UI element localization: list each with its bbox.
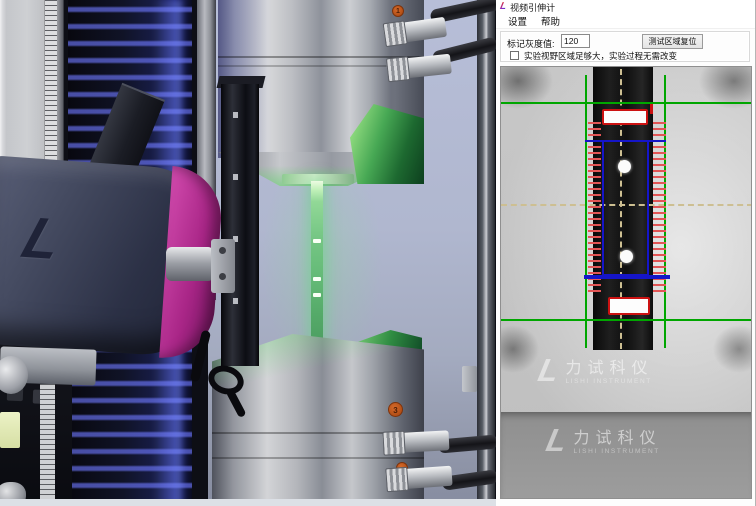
specimen-marker: [313, 239, 321, 243]
settings-groupbox: 标记灰度值: 测试区域复位 实验视野区域足够大，实验过程无需改变: [500, 31, 750, 62]
port-badge-bottom: 3: [388, 402, 403, 417]
fov-checkbox-label: 实验视野区域足够大，实验过程无需改变: [524, 50, 677, 62]
specimen-marker: [313, 277, 321, 281]
specimen-marker: [313, 293, 321, 297]
foam-block: [0, 412, 20, 448]
lishi-logo-icon: L: [15, 205, 72, 273]
tracking-marker-top: [602, 109, 648, 125]
gray-value-label: 标记灰度值:: [507, 37, 555, 50]
floor-edge: [0, 499, 496, 506]
camera-view[interactable]: L 力试科仪 LISHI INSTRUMENT L 力试科仪 LISHI INS…: [500, 66, 752, 499]
menu-help[interactable]: 帮助: [541, 14, 560, 28]
lishi-logo-icon: L: [544, 425, 570, 455]
extensometer-window: L 视频引伸计 设置 帮助 标记灰度值: 测试区域复位 实验视野区域足够大，实验…: [496, 0, 756, 506]
tracking-marker-bottom: [608, 297, 650, 315]
red-tick: [650, 104, 653, 114]
wall-bracket: [462, 366, 477, 392]
reset-region-button[interactable]: 测试区域复位: [642, 34, 703, 49]
specimen-strip: [311, 181, 323, 352]
specimen-dot-lower: [620, 250, 633, 263]
menu-bar: 设置 帮助: [496, 14, 755, 29]
screen: L 1 3 L 视频引伸计 设置: [0, 0, 756, 506]
vignette-corner: [713, 325, 752, 373]
window-titlebar[interactable]: L 视频引伸计: [496, 0, 755, 14]
hose-fitting: [383, 430, 450, 453]
edge-detect-hatch-right: [653, 122, 666, 295]
green-roi-line-top: [501, 102, 752, 104]
port-badge-top: 1: [392, 5, 404, 17]
camera-lens-knob: [166, 247, 214, 281]
edge-detect-hatch-left: [588, 122, 601, 295]
gauge-line-top: [585, 140, 666, 142]
gray-value-input[interactable]: [561, 34, 590, 48]
watermark: L 力试科仪 LISHI INSTRUMENT: [539, 354, 654, 385]
ruler-scale-lower: [40, 384, 55, 506]
window-title: 视频引伸计: [510, 1, 555, 14]
watermark-cn: 力试科仪: [566, 354, 654, 378]
watermark-en: LISHI INSTRUMENT: [566, 378, 654, 385]
camera-rail: [221, 84, 259, 366]
green-roi-line-left: [585, 75, 587, 348]
vignette-corner: [500, 325, 539, 373]
gauge-line-bottom: [584, 275, 670, 279]
green-roi-line-bottom: [501, 319, 752, 321]
watermark: L 力试科仪 LISHI INSTRUMENT: [547, 424, 662, 455]
menu-settings[interactable]: 设置: [508, 14, 527, 28]
watermark-en: LISHI INSTRUMENT: [574, 448, 662, 455]
camera-mount-block: [211, 239, 235, 293]
watermark-cn: 力试科仪: [574, 424, 662, 448]
app-logo-icon: L: [499, 2, 507, 12]
specimen-dot-upper: [618, 160, 631, 173]
frame-column-right: [477, 0, 495, 506]
fov-checkbox[interactable]: [510, 51, 519, 60]
machine-photo: L 1 3: [0, 0, 496, 506]
lishi-logo-icon: L: [536, 355, 562, 385]
